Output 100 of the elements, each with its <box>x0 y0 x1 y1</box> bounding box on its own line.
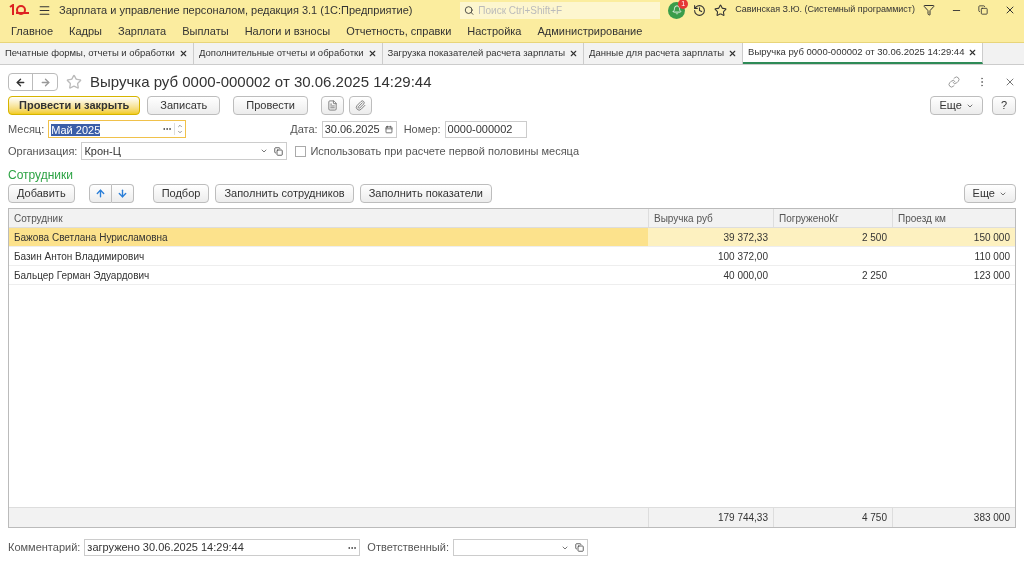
total-cell: 383 000 <box>892 508 1015 527</box>
search-icon <box>464 4 475 16</box>
column-header[interactable]: ПогруженоКг <box>773 209 892 227</box>
arrow-down-icon <box>116 188 128 199</box>
table-cell-text: 2 500 <box>860 230 888 245</box>
close-icon[interactable] <box>569 49 579 58</box>
date-field[interactable]: 30.06.2025 <box>321 120 397 138</box>
close-icon[interactable] <box>968 48 978 57</box>
menu-item[interactable]: Настройка <box>459 22 530 40</box>
menu-item[interactable]: Выплаты <box>174 22 237 40</box>
tab[interactable]: Печатные формы, отчеты и обработки <box>0 43 194 64</box>
add-button[interactable]: Добавить <box>8 184 75 203</box>
table-cell-text: 110 000 <box>973 249 1011 264</box>
arrow-left-icon <box>15 76 26 88</box>
checkbox[interactable] <box>295 145 307 157</box>
open-icon[interactable] <box>274 146 284 156</box>
field-label: Ответственный: <box>367 540 449 556</box>
favorite-star-icon[interactable] <box>66 74 82 90</box>
table-cell-text: 2 250 <box>860 268 888 283</box>
arrow-up-icon <box>94 188 106 199</box>
table-row[interactable]: Бажова Светлана Нурисламовна 39 372,33 2 500 150 000 <box>9 228 1015 247</box>
field-label: Организация: <box>8 143 78 159</box>
table-cell-text: 123 000 <box>972 268 1011 283</box>
table-cell: Бажова Светлана Нурисламовна <box>9 228 648 246</box>
user-name: Савинская З.Ю. (Системный программист) <box>735 3 915 17</box>
field-value: Май 2025 <box>50 123 102 138</box>
history-icon[interactable] <box>693 3 707 17</box>
document-title: Выручка руб 0000-000002 от 30.06.2025 14:29:44 <box>90 71 432 92</box>
close-icon[interactable] <box>1004 4 1016 16</box>
menu-item[interactable]: Главное <box>3 22 62 40</box>
field-value: загружено 30.06.2025 14:29:44 <box>86 540 245 556</box>
field-label: Дата: <box>290 121 318 137</box>
table-cell-text: 100 372,00 <box>716 249 769 264</box>
organization-field[interactable]: Крон-Ц <box>81 142 288 160</box>
print-button[interactable] <box>321 96 344 115</box>
close-icon[interactable] <box>178 49 188 58</box>
tab-label: Данные для расчета зарплаты <box>589 46 725 61</box>
calendar-icon[interactable] <box>384 124 393 134</box>
more-button[interactable]: Еще <box>963 184 1016 203</box>
table-cell-text: 39 372,33 <box>722 230 769 245</box>
star-icon[interactable] <box>714 3 728 17</box>
document-icon <box>327 100 338 111</box>
tab-label: Дополнительные отчеты и обработки <box>198 46 364 61</box>
tab[interactable]: Загрузка показателей расчета зарплаты <box>382 43 585 64</box>
up-caret-icon <box>177 123 184 129</box>
more-button[interactable]: Еще <box>930 96 983 115</box>
field-value: 30.06.2025 <box>323 121 381 137</box>
table-button[interactable]: Подбор <box>152 184 210 203</box>
attach-button[interactable] <box>349 96 372 115</box>
help-button[interactable]: ? <box>991 96 1016 115</box>
move-up-button[interactable] <box>88 184 112 203</box>
link-icon[interactable] <box>948 76 960 88</box>
search-input[interactable]: Поиск Ctrl+Shift+F <box>478 2 657 18</box>
month-field[interactable]: Май 2025 <box>48 120 187 138</box>
field-label: Месяц: <box>8 121 45 137</box>
checkbox-label: Использовать при расчете первой половины месяца <box>310 143 579 159</box>
dropdown-icon[interactable] <box>260 147 269 155</box>
tab[interactable]: Выручка руб 0000-000002 от 30.06.2025 14:29:44 <box>743 43 984 64</box>
menu-item[interactable]: Отчетность, справки <box>338 22 460 40</box>
search-field[interactable]: Поиск Ctrl+Shift+F <box>460 1 661 19</box>
menu-item[interactable]: Зарплата <box>110 22 175 40</box>
table-button[interactable]: Заполнить показатели <box>359 184 492 203</box>
column-header[interactable]: Выручка руб <box>648 209 773 227</box>
column-header[interactable]: Сотрудник <box>9 209 648 227</box>
open-icon[interactable] <box>574 543 584 552</box>
table-cell-text: 150 000 <box>972 230 1011 245</box>
table-cell-text: Бальцер Герман Эдуардович <box>13 268 151 283</box>
menu-item[interactable]: Налоги и взносы <box>236 22 339 40</box>
field-label: Комментарий: <box>8 540 81 556</box>
table-cell-text: 40 000,00 <box>722 268 769 283</box>
menu-item[interactable]: Кадры <box>61 22 110 40</box>
toolbar-button[interactable]: Провести <box>233 96 308 115</box>
move-down-button[interactable] <box>111 184 134 203</box>
menu-icon[interactable] <box>38 3 51 17</box>
tab-label: Выручка руб 0000-000002 от 30.06.2025 14:29:44 <box>748 45 965 60</box>
toolbar-button[interactable]: Провести и закрыть <box>8 96 141 115</box>
down-caret-icon <box>177 129 184 135</box>
restore-icon[interactable] <box>978 5 988 15</box>
toolbar-button[interactable]: Записать <box>147 96 221 115</box>
close-icon[interactable] <box>367 49 377 58</box>
total-cell: 4 750 <box>773 508 892 527</box>
number-field[interactable]: 0000-000002 <box>444 120 527 138</box>
paperclip-icon <box>355 100 366 111</box>
column-header[interactable]: Проезд км <box>892 209 1015 227</box>
field-value: Крон-Ц <box>83 143 122 159</box>
tab-label: Печатные формы, отчеты и обработки <box>5 46 175 61</box>
total-cell: 179 744,33 <box>648 508 773 527</box>
table-cell-text: Базин Антон Владимирович <box>13 249 146 264</box>
arrow-right-icon <box>39 76 51 88</box>
field-label: Номер: <box>403 121 441 137</box>
logo-icon <box>8 4 30 16</box>
close-icon[interactable] <box>728 49 738 58</box>
section-title: Сотрудники <box>8 169 74 182</box>
menu-item[interactable]: Администрирование <box>529 22 651 40</box>
responsible-field[interactable] <box>452 539 588 556</box>
comment-field[interactable]: загружено 30.06.2025 14:29:44 <box>84 539 361 556</box>
window-title: Зарплата и управление персоналом, редакция 3.1 (1С:Предприятие) <box>59 2 413 18</box>
tab[interactable]: Дополнительные отчеты и обработки <box>193 43 383 64</box>
tab-label: Загрузка показателей расчета зарплаты <box>387 46 566 61</box>
table-button[interactable]: Заполнить сотрудников <box>215 184 354 203</box>
